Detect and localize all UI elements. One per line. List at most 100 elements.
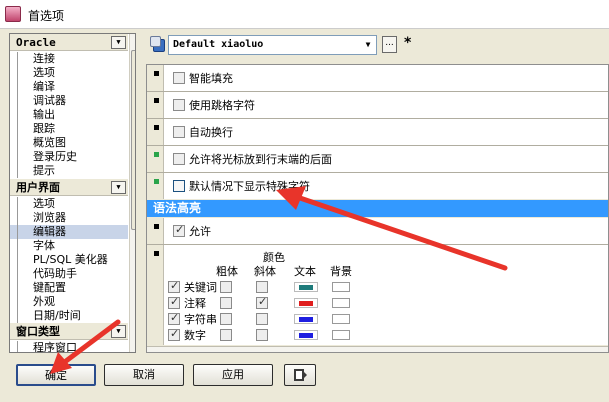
tree-item-options[interactable]: 选项	[10, 66, 128, 80]
help-icon	[294, 369, 307, 381]
tree-item-compile[interactable]: 编译	[10, 80, 128, 94]
setting-label: 智能填充	[189, 72, 233, 85]
tree-item-font[interactable]: 字体	[10, 239, 128, 253]
setting-row: 允许	[163, 218, 608, 244]
profile-value: Default xiaoluo	[173, 39, 264, 50]
header-italic: 斜体	[254, 265, 276, 278]
setting-row: 默认情况下显示特殊字符	[163, 173, 608, 199]
setting-row: 智能填充	[163, 65, 608, 91]
number-bg-color[interactable]	[332, 330, 350, 340]
string-bg-color[interactable]	[332, 314, 350, 324]
tree-item-editor[interactable]: 编辑器	[10, 225, 128, 239]
profile-more-button[interactable]: ...	[382, 36, 397, 53]
show-special-chars-checkbox[interactable]	[173, 180, 185, 192]
settings-panel: Default xiaoluo ▼ ... * 智能填充 使用跳格字符 自动换行	[146, 33, 609, 353]
syntax-item-label: 数字	[184, 329, 206, 342]
title-bar: 首选项	[0, 0, 609, 29]
tree-item-browser[interactable]: 浏览器	[10, 211, 128, 225]
cursor-beyond-eol-checkbox[interactable]	[173, 153, 185, 165]
scroll-thumb[interactable]	[131, 50, 135, 230]
tree-item-login-history[interactable]: 登录历史	[10, 150, 128, 164]
number-checkbox[interactable]	[168, 327, 180, 341]
header-background: 背景	[330, 265, 352, 278]
tree-item-hints[interactable]: 提示	[10, 164, 128, 178]
editor-settings: 智能填充 使用跳格字符 自动换行 允许将光标放到行末端的后面 默认情况下显示特殊…	[146, 64, 609, 353]
color-swatch	[299, 301, 313, 306]
comment-text-color[interactable]	[294, 298, 318, 308]
chevron-down-icon[interactable]: ▼	[111, 36, 126, 49]
number-text-color[interactable]	[294, 330, 318, 340]
syntax-item-label: 注释	[184, 297, 206, 310]
tree-item-date-time[interactable]: 日期/时间	[10, 309, 128, 323]
tree-item-connection[interactable]: 连接	[10, 52, 128, 66]
profile-icon	[150, 36, 167, 54]
smart-fill-checkbox[interactable]	[173, 72, 185, 84]
category-tree: Oracle ▼ 连接 选项 编译 调试器 输出 跟踪 概览图 登录历史 提示 …	[9, 33, 136, 353]
keyword-bold-checkbox[interactable]	[220, 281, 232, 293]
dialog-buttons: 确定 取消 应用	[0, 358, 609, 402]
comment-checkbox[interactable]	[168, 295, 180, 309]
group-window-types[interactable]: 窗口类型 ▼	[10, 323, 128, 340]
settings-hscrollbar[interactable]	[147, 346, 608, 352]
tree-item-key-config[interactable]: 键配置	[10, 281, 128, 295]
keyword-checkbox[interactable]	[168, 279, 180, 293]
setting-label: 使用跳格字符	[189, 99, 255, 112]
row-marker	[154, 224, 159, 229]
comment-italic-checkbox[interactable]	[256, 295, 268, 309]
cancel-button[interactable]: 取消	[104, 364, 184, 386]
chevron-down-icon[interactable]: ▼	[361, 37, 375, 53]
syntax-table: 颜色 粗体 斜体 文本 背景 关键词 注释 字符串	[163, 245, 608, 345]
header-bold: 粗体	[216, 265, 238, 278]
profile-select[interactable]: Default xiaoluo ▼	[168, 35, 377, 55]
syntax-item-label: 关键词	[184, 281, 217, 294]
tree-item-overview[interactable]: 概览图	[10, 136, 128, 150]
keyword-italic-checkbox[interactable]	[256, 281, 268, 293]
syntax-enable-checkbox[interactable]	[173, 223, 185, 237]
help-button[interactable]	[284, 364, 316, 386]
tree-item-trace[interactable]: 跟踪	[10, 122, 128, 136]
setting-label: 允许	[189, 225, 211, 238]
comment-bold-checkbox[interactable]	[220, 297, 232, 309]
use-tab-checkbox[interactable]	[173, 99, 185, 111]
string-bold-checkbox[interactable]	[220, 313, 232, 325]
tree-item-code-assistant[interactable]: 代码助手	[10, 267, 128, 281]
setting-row: 使用跳格字符	[163, 92, 608, 118]
color-swatch	[299, 317, 313, 322]
row-marker	[154, 152, 159, 157]
group-oracle[interactable]: Oracle ▼	[10, 34, 128, 51]
string-checkbox[interactable]	[168, 311, 180, 325]
row-marker	[154, 71, 159, 76]
syntax-highlight-header: 语法高亮	[147, 200, 608, 217]
scroll-down-icon[interactable]: ▼	[130, 338, 135, 352]
tree-item-ui-options[interactable]: 选项	[10, 197, 128, 211]
number-bold-checkbox[interactable]	[220, 329, 232, 341]
tree-scrollbar[interactable]: ▲ ▼	[129, 34, 135, 352]
keyword-bg-color[interactable]	[332, 282, 350, 292]
string-text-color[interactable]	[294, 314, 318, 324]
group-label: Oracle	[16, 36, 56, 49]
string-italic-checkbox[interactable]	[256, 313, 268, 325]
comment-bg-color[interactable]	[332, 298, 350, 308]
setting-row: 允许将光标放到行末端的后面	[163, 146, 608, 172]
group-user-interface[interactable]: 用户界面 ▼	[10, 179, 128, 196]
setting-label: 允许将光标放到行末端的后面	[189, 153, 332, 166]
ok-button[interactable]: 确定	[16, 364, 96, 386]
number-italic-checkbox[interactable]	[256, 329, 268, 341]
tree-item-output[interactable]: 输出	[10, 108, 128, 122]
preferences-window: 首选项 Oracle ▼ 连接 选项 编译 调试器 输出 跟踪 概览图 登录历史…	[0, 0, 609, 402]
setting-label: 默认情况下显示特殊字符	[189, 180, 310, 193]
color-swatch	[299, 285, 313, 290]
app-icon	[5, 6, 21, 22]
apply-button[interactable]: 应用	[193, 364, 273, 386]
tree-item-appearance[interactable]: 外观	[10, 295, 128, 309]
tree-item-beautifier[interactable]: PL/SQL 美化器	[10, 253, 128, 267]
row-marker	[154, 98, 159, 103]
tree-item-debugger[interactable]: 调试器	[10, 94, 128, 108]
scroll-up-icon[interactable]: ▲	[130, 34, 135, 48]
chevron-down-icon[interactable]: ▼	[111, 181, 126, 194]
keyword-text-color[interactable]	[294, 282, 318, 292]
chevron-down-icon[interactable]: ▼	[111, 325, 126, 338]
tree-item-program-window[interactable]: 程序窗口	[10, 341, 128, 352]
group-label: 窗口类型	[16, 325, 60, 338]
word-wrap-checkbox[interactable]	[173, 126, 185, 138]
